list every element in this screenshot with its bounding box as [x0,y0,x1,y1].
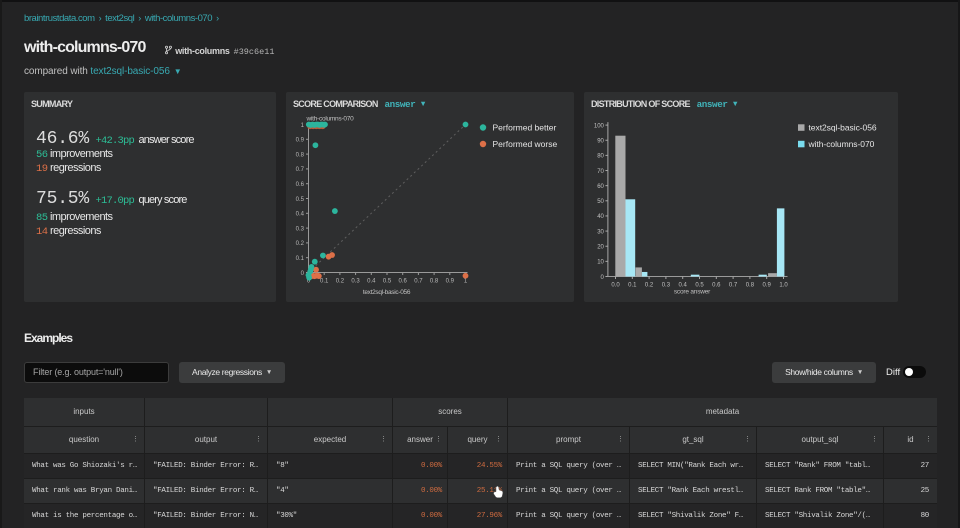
svg-text:score answer: score answer [674,289,711,296]
svg-text:0.5: 0.5 [383,279,392,285]
svg-text:90: 90 [597,139,604,145]
svg-text:Performed better: Performed better [493,123,557,133]
svg-text:with-columns-070: with-columns-070 [306,116,355,123]
svg-text:0.8: 0.8 [430,279,439,285]
svg-text:0.6: 0.6 [296,182,305,188]
svg-text:0.3: 0.3 [351,279,360,285]
svg-text:0.2: 0.2 [645,283,654,289]
svg-text:0.1: 0.1 [320,279,329,285]
svg-text:50: 50 [597,199,604,205]
svg-text:0.4: 0.4 [296,212,305,218]
svg-text:text2sql-basic-056: text2sql-basic-056 [363,289,411,296]
svg-text:0.7: 0.7 [729,283,738,289]
svg-text:0.7: 0.7 [414,279,423,285]
svg-text:60: 60 [597,184,604,190]
svg-text:0.4: 0.4 [367,279,376,285]
svg-text:1: 1 [464,279,468,285]
svg-text:10: 10 [597,260,604,266]
svg-text:0.2: 0.2 [336,279,345,285]
svg-text:1: 1 [301,123,305,129]
svg-text:0.2: 0.2 [296,241,305,247]
svg-text:Performed worse: Performed worse [493,139,558,149]
svg-text:0.3: 0.3 [296,226,305,232]
svg-text:0.3: 0.3 [662,283,671,289]
svg-text:1.0: 1.0 [779,283,788,289]
svg-text:80: 80 [597,154,604,160]
svg-text:0.0: 0.0 [611,283,620,289]
svg-text:70: 70 [597,169,604,175]
svg-text:0.9: 0.9 [446,279,455,285]
svg-text:0.1: 0.1 [296,256,305,262]
svg-text:0.8: 0.8 [296,152,305,158]
svg-text:0: 0 [601,275,605,281]
svg-text:20: 20 [597,245,604,251]
svg-text:0: 0 [301,271,305,277]
svg-text:100: 100 [594,123,605,129]
svg-text:30: 30 [597,229,604,235]
svg-text:text2sql-basic-056: text2sql-basic-056 [809,123,877,133]
svg-text:0.7: 0.7 [296,167,305,173]
svg-text:40: 40 [597,214,604,220]
svg-text:0.1: 0.1 [628,283,637,289]
svg-text:0.8: 0.8 [746,283,755,289]
svg-text:0.5: 0.5 [296,197,305,203]
svg-text:with-columns-070: with-columns-070 [808,139,875,149]
svg-text:0.6: 0.6 [712,283,721,289]
svg-text:0.6: 0.6 [399,279,408,285]
svg-text:0.9: 0.9 [763,283,772,289]
svg-text:0.9: 0.9 [296,138,305,144]
